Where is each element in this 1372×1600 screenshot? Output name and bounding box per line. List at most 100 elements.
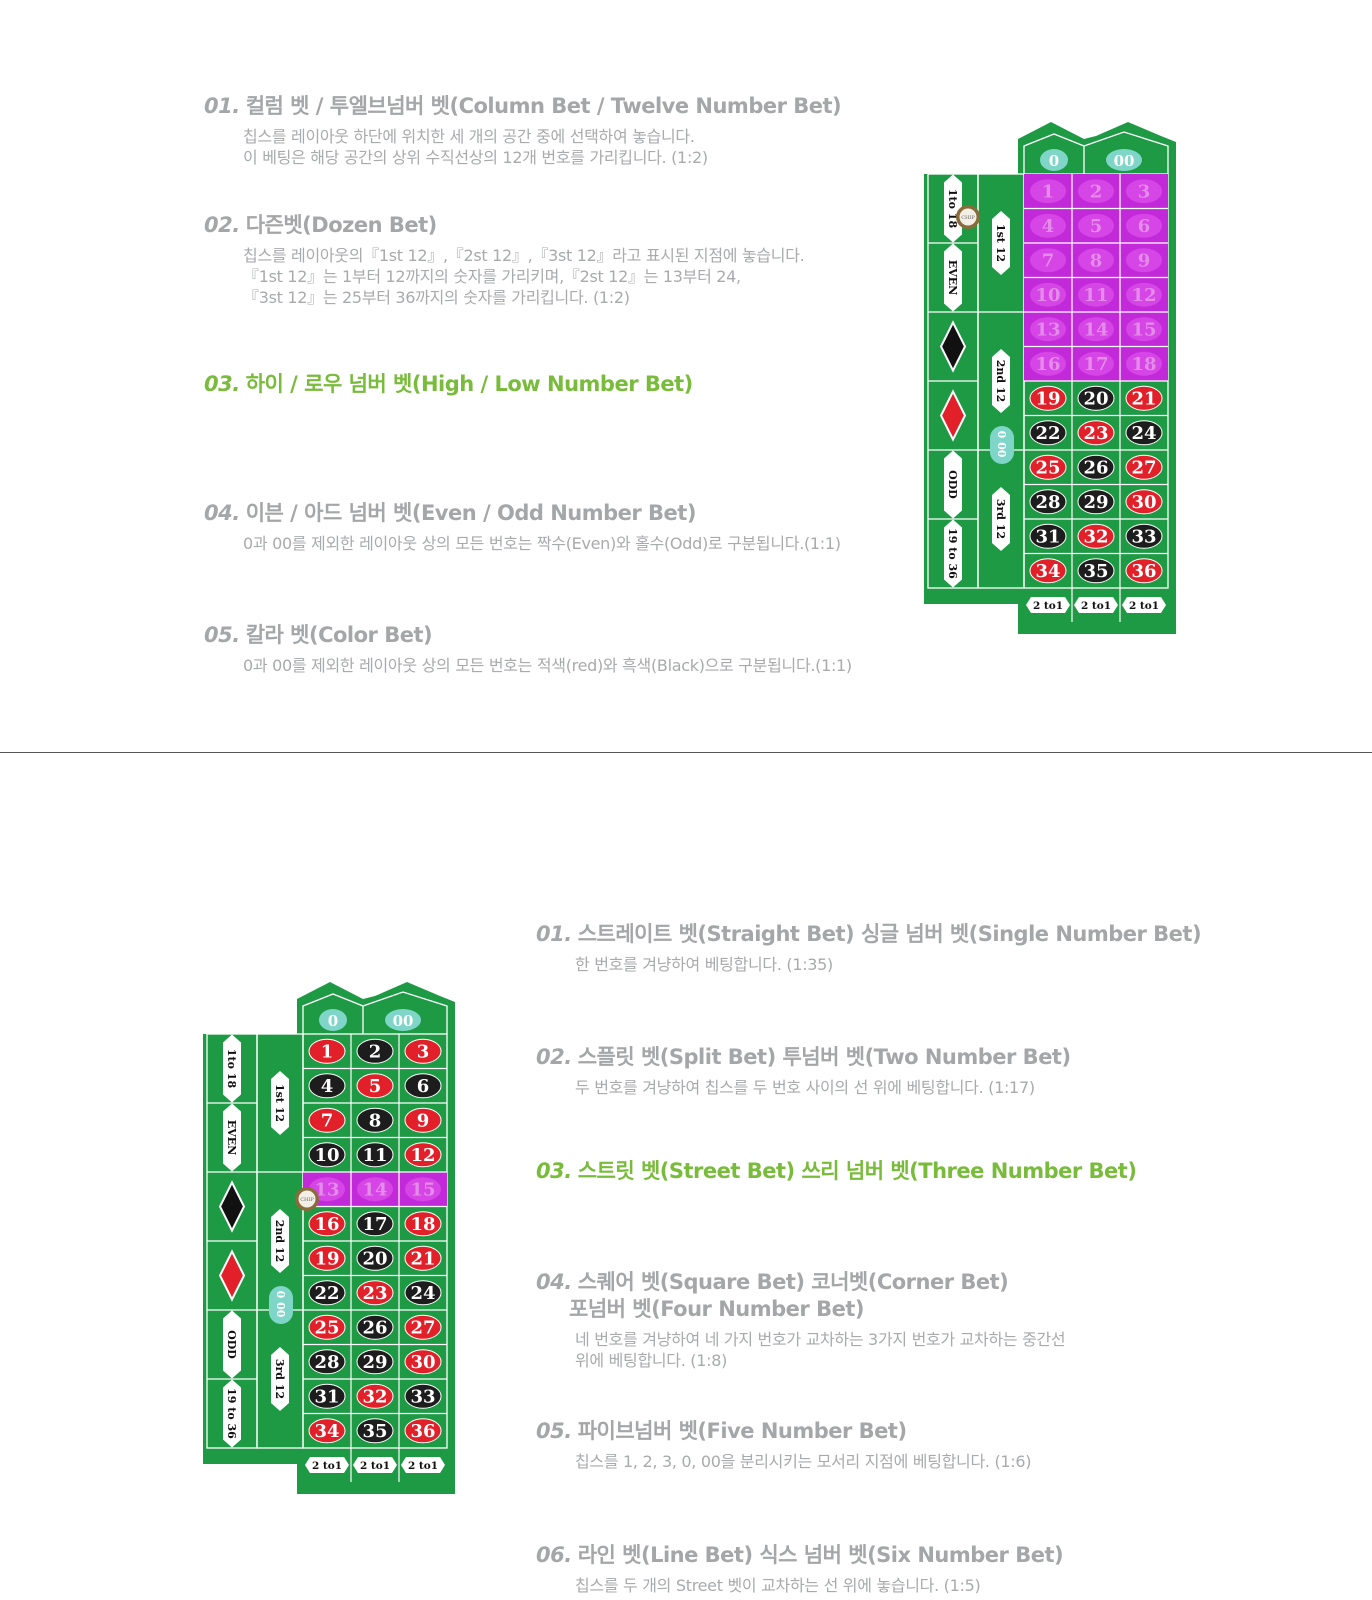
chip-label: CHIP bbox=[300, 1197, 314, 1203]
item-title: 이븐 / 아드 넘버 벳(Even / Odd Number Bet) bbox=[245, 501, 697, 525]
bet-item: 06. 라인 벳(Line Bet) 식스 넘버 벳(Six Number Bet… bbox=[536, 1542, 1064, 1596]
number-label: 18 bbox=[410, 1214, 435, 1235]
outside-bet-label: EVEN bbox=[946, 260, 959, 295]
item-desc-line: 이 베팅은 해당 공간의 상위 수직선상의 12개 번호를 가리킵니다. (1:… bbox=[243, 148, 708, 167]
number-label: 32 bbox=[1083, 526, 1108, 547]
item-desc-line: 0과 00를 제외한 레이아웃 상의 모든 번호는 짝수(Even)와 홀수(O… bbox=[243, 534, 841, 553]
column-bet-label: 2 to1 bbox=[408, 1460, 438, 1472]
item-desc-line: 네 번호를 겨냥하여 네 가지 번호가 교차하는 3가지 번호가 교차하는 중간… bbox=[575, 1330, 1066, 1349]
number-label: 19 bbox=[314, 1248, 339, 1269]
number-label: 6 bbox=[417, 1076, 430, 1097]
number-label: 31 bbox=[314, 1386, 339, 1407]
item-number: 05. bbox=[536, 1419, 572, 1443]
number-label: 8 bbox=[1090, 250, 1103, 271]
number-label: 29 bbox=[362, 1352, 387, 1373]
number-label: 21 bbox=[1131, 388, 1156, 409]
outside-bet-label: 19 to 36 bbox=[225, 1388, 238, 1439]
outside-bet-label: 1to 18 bbox=[225, 1049, 238, 1089]
item-desc-line: 칩스를 두 개의 Street 벳이 교차하는 선 위에 놓습니다. (1:5) bbox=[575, 1576, 981, 1595]
number-label: 24 bbox=[410, 1283, 435, 1304]
item-number: 05. bbox=[204, 623, 240, 647]
number-label: 15 bbox=[410, 1179, 435, 1200]
item-number: 03. bbox=[536, 1159, 572, 1183]
number-label: 33 bbox=[1131, 526, 1156, 547]
bet-item: 05. 칼라 벳(Color Bet) 0과 00를 제외한 레이아웃 상의 모든… bbox=[204, 622, 852, 676]
number-label: 5 bbox=[369, 1076, 382, 1097]
outside-bet-label: 1to 18 bbox=[946, 189, 959, 229]
dozen-bet-label: 3rd 12 bbox=[994, 499, 1007, 539]
number-label: 12 bbox=[1131, 285, 1156, 306]
item-title: 스트릿 벳(Street Bet) 쓰리 넘버 벳(Three Number B… bbox=[577, 1159, 1137, 1183]
number-label: 1 bbox=[1042, 181, 1055, 202]
number-label: 8 bbox=[369, 1110, 382, 1131]
number-label: 9 bbox=[417, 1110, 430, 1131]
item-desc-line: 『1st 12』는 1부터 12까지의 숫자를 가리키며,『2st 12』는 1… bbox=[243, 267, 741, 286]
number-label: 9 bbox=[1138, 250, 1151, 271]
number-label: 27 bbox=[410, 1317, 435, 1338]
number-label: 26 bbox=[362, 1317, 387, 1338]
zero-label: 0 bbox=[328, 1012, 338, 1030]
number-label: 12 bbox=[410, 1145, 435, 1166]
item-title: 파이브넘버 벳(Five Number Bet) bbox=[577, 1419, 907, 1443]
number-label: 21 bbox=[410, 1248, 435, 1269]
number-label: 25 bbox=[314, 1317, 339, 1338]
number-label: 3 bbox=[417, 1041, 430, 1062]
number-label: 16 bbox=[1035, 354, 1060, 375]
number-label: 28 bbox=[314, 1352, 339, 1373]
outside-bet-label: EVEN bbox=[225, 1120, 238, 1155]
number-label: 27 bbox=[1131, 457, 1156, 478]
number-label: 18 bbox=[1131, 354, 1156, 375]
number-label: 4 bbox=[321, 1076, 334, 1097]
number-label: 15 bbox=[1131, 319, 1156, 340]
number-label: 17 bbox=[362, 1214, 387, 1235]
dozen-bet-label: 3rd 12 bbox=[273, 1359, 286, 1399]
item-number: 03. bbox=[204, 372, 240, 396]
item-title: 다즌벳(Dozen Bet) bbox=[245, 213, 438, 237]
outside-bet-label: ODD bbox=[225, 1330, 238, 1359]
zero-label: 0 bbox=[1049, 152, 1059, 170]
bet-item-active: 03. 하이 / 로우 넘버 벳(High / Low Number Bet) bbox=[204, 371, 693, 398]
column-bet-label: 2 to1 bbox=[1081, 600, 1111, 612]
bet-item: 04. 이븐 / 아드 넘버 벳(Even / Odd Number Bet) 0… bbox=[204, 500, 841, 554]
item-desc-line: 0과 00를 제외한 레이아웃 상의 모든 번호는 적색(red)와 흑색(Bl… bbox=[243, 656, 852, 675]
item-desc-line: 칩스를 레이아웃의『1st 12』,『2st 12』,『3st 12』라고 표시… bbox=[243, 246, 805, 265]
item-title: 스플릿 벳(Split Bet) 투넘버 벳(Two Number Bet) bbox=[577, 1045, 1071, 1069]
item-desc-line: 『3st 12』는 25부터 36까지의 숫자를 가리킵니다. (1:2) bbox=[243, 288, 630, 307]
number-label: 19 bbox=[1035, 388, 1060, 409]
column-bet-label: 2 to1 bbox=[1033, 600, 1063, 612]
column-bet-label: 2 to1 bbox=[312, 1460, 342, 1472]
number-label: 1 bbox=[321, 1041, 334, 1062]
number-label: 28 bbox=[1035, 492, 1060, 513]
bet-item: 04. 스퀘어 벳(Square Bet) 코너벳(Corner Bet) 포넘버 … bbox=[536, 1269, 1066, 1371]
number-label: 30 bbox=[1131, 492, 1156, 513]
double-zero-label: 00 bbox=[393, 1012, 414, 1030]
item-desc-line: 위에 베팅합니다. (1:8) bbox=[575, 1351, 728, 1370]
number-label: 4 bbox=[1042, 216, 1055, 237]
item-title: 스퀘어 벳(Square Bet) 코너벳(Corner Bet) bbox=[577, 1270, 1009, 1294]
roulette-table-2: 0 001 2 34 5 67 8 910 11 1213 14 1516 17 1819 20 2122 23… bbox=[203, 982, 455, 1494]
item-title: 라인 벳(Line Bet) 식스 넘버 벳(Six Number Bet) bbox=[577, 1543, 1064, 1567]
item-number: 02. bbox=[204, 213, 240, 237]
number-label: 7 bbox=[321, 1110, 334, 1131]
number-label: 22 bbox=[314, 1283, 339, 1304]
zero-marker-label: 0 00 bbox=[274, 1291, 287, 1318]
number-label: 30 bbox=[410, 1352, 435, 1373]
item-desc-line: 두 번호를 겨냥하여 칩스를 두 번호 사이의 선 위에 베팅합니다. (1:1… bbox=[575, 1078, 1035, 1097]
number-label: 2 bbox=[369, 1041, 382, 1062]
number-label: 14 bbox=[362, 1179, 387, 1200]
item-number: 06. bbox=[536, 1543, 572, 1567]
number-label: 16 bbox=[314, 1214, 339, 1235]
number-label: 2 bbox=[1090, 181, 1103, 202]
number-label: 34 bbox=[1035, 561, 1060, 582]
number-label: 26 bbox=[1083, 457, 1108, 478]
outside-bet-label: 19 to 36 bbox=[946, 528, 959, 579]
number-label: 24 bbox=[1131, 423, 1156, 444]
dozen-bet-label: 2nd 12 bbox=[273, 1220, 286, 1262]
item-number: 04. bbox=[536, 1270, 572, 1294]
item-desc-line: 한 번호를 겨냥하여 베팅합니다. (1:35) bbox=[575, 955, 834, 974]
number-label: 20 bbox=[1083, 388, 1108, 409]
number-label: 32 bbox=[362, 1386, 387, 1407]
number-label: 7 bbox=[1042, 250, 1055, 271]
double-zero-label: 00 bbox=[1114, 152, 1135, 170]
bet-item-active: 03. 스트릿 벳(Street Bet) 쓰리 넘버 벳(Three Numbe… bbox=[536, 1158, 1137, 1185]
